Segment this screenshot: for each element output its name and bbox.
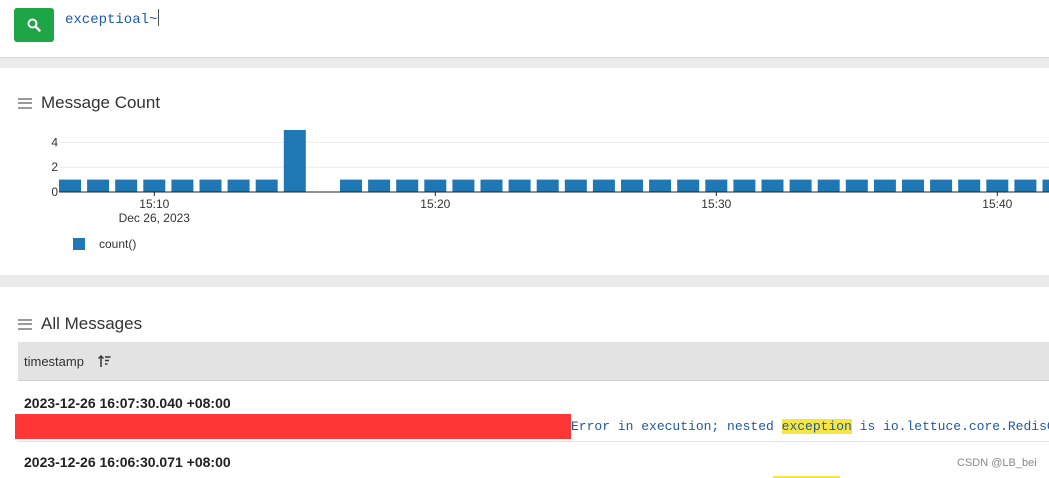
bar <box>59 179 81 192</box>
bar <box>536 179 559 192</box>
bar <box>564 179 587 192</box>
bar <box>199 179 222 192</box>
bar <box>340 179 362 192</box>
table-header: timestamp <box>18 342 1049 381</box>
panel-header: All Messages <box>18 314 142 334</box>
bar <box>115 179 138 192</box>
bar <box>677 179 700 192</box>
bar <box>1042 179 1049 192</box>
redacted-block <box>15 414 571 439</box>
bar <box>705 179 728 192</box>
all-messages-panel: All Messages <box>0 287 1049 478</box>
bar <box>227 179 250 192</box>
bar <box>87 179 110 192</box>
column-header-timestamp[interactable]: timestamp <box>24 354 84 369</box>
y-tick-label: 2 <box>51 160 58 174</box>
bar <box>902 179 924 192</box>
x-tick-label: 15:40 <box>982 197 1012 211</box>
bar <box>789 179 812 192</box>
legend-swatch <box>73 238 85 250</box>
message-count-chart: 0 2 4 15:10Dec 26, 2023 15:20 15:30 15:40 <box>51 130 1049 225</box>
hamburger-menu-icon[interactable] <box>18 318 32 330</box>
chart-legend: count() <box>73 237 136 251</box>
x-tick-label: 15:10 <box>139 197 169 211</box>
bar <box>368 179 391 192</box>
message-text: Error in execution; nested <box>571 419 782 434</box>
bar <box>761 179 784 192</box>
row-message[interactable]: Error in execution; nested exception is … <box>571 419 1049 434</box>
x-tick-sublabel: Dec 26, 2023 <box>119 211 191 225</box>
x-tick-label: 15:20 <box>420 197 450 211</box>
bar <box>817 179 840 192</box>
bar <box>424 179 447 192</box>
row-divider <box>18 441 1049 442</box>
panel-title: All Messages <box>41 314 143 333</box>
bar <box>873 179 896 192</box>
highlighted-term: exception <box>781 419 852 434</box>
bar <box>845 179 868 192</box>
bar <box>508 179 531 192</box>
bar <box>396 179 419 192</box>
bar <box>1014 179 1037 192</box>
section-gap <box>0 275 1049 287</box>
bar <box>171 179 194 192</box>
row-timestamp[interactable]: 2023-12-26 16:06:30.071 +08:00 <box>24 454 231 470</box>
bar <box>452 179 475 192</box>
bar <box>143 179 166 192</box>
y-tick-label: 4 <box>51 135 58 149</box>
x-tick-label: 15:30 <box>701 197 731 211</box>
bar <box>986 179 1009 192</box>
bar <box>255 179 278 192</box>
y-tick-label: 0 <box>51 185 58 199</box>
legend-label: count() <box>99 237 137 251</box>
bar <box>930 179 953 192</box>
message-text: is io.lettuce.core.RedisCom <box>851 419 1049 434</box>
bar <box>283 130 306 192</box>
bar <box>480 179 503 192</box>
bar <box>649 179 672 192</box>
bar <box>592 179 615 192</box>
watermark: CSDN @LB_bei <box>957 457 1037 469</box>
bar <box>621 179 643 192</box>
bar <box>958 179 981 192</box>
row-timestamp[interactable]: 2023-12-26 16:07:30.040 +08:00 <box>24 395 231 411</box>
bar <box>733 179 756 192</box>
sort-descending-icon[interactable] <box>97 354 111 368</box>
